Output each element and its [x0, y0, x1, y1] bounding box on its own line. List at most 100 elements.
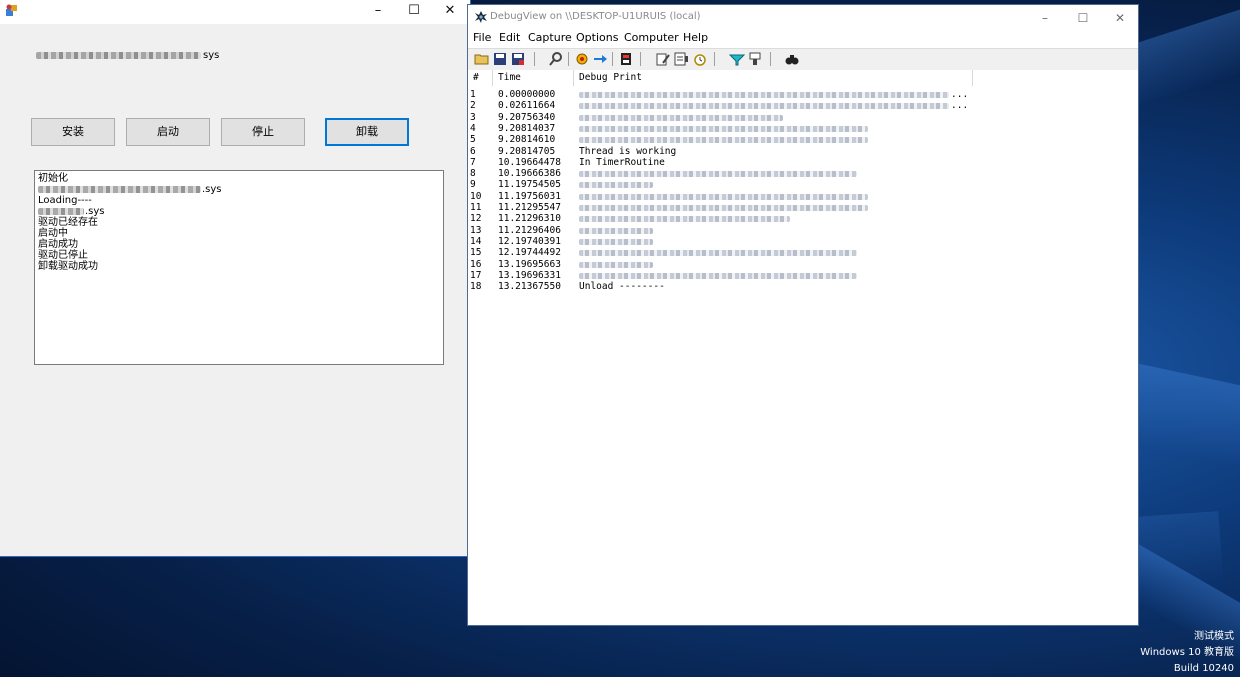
debug-row[interactable]: 12 11.21296310 [468, 213, 1138, 224]
open-icon[interactable] [474, 51, 490, 67]
debug-row[interactable]: 1 0.00000000... [468, 89, 1138, 100]
row-time: 12.19740391 [498, 235, 561, 247]
capture-icon[interactable] [574, 51, 590, 67]
close-button[interactable]: ✕ [432, 0, 468, 22]
menu-options[interactable]: Options [576, 31, 618, 45]
window-title: DebugView on \\DESKTOP-U1URUIS (local) [490, 11, 701, 22]
start-button[interactable]: 启动 [126, 118, 210, 146]
minimize-button[interactable]: – [1028, 8, 1062, 28]
debug-row[interactable]: 17 13.19696331 [468, 270, 1138, 281]
redacted-debug-text [579, 238, 653, 245]
redacted-debug-text [579, 216, 790, 223]
column-header-time[interactable]: Time [493, 70, 574, 86]
debug-row[interactable]: 3 9.20756340 [468, 112, 1138, 123]
debug-row[interactable]: 9 11.19754505 [468, 179, 1138, 190]
app-icon [6, 4, 17, 16]
save-as-icon[interactable] [510, 51, 526, 67]
debug-row[interactable]: 14 12.19740391 [468, 236, 1138, 247]
debug-row[interactable]: 5 9.20814610 [468, 134, 1138, 145]
menu-computer[interactable]: Computer [624, 31, 679, 45]
debug-row[interactable]: 11 11.21295547 [468, 202, 1138, 213]
log-textbox[interactable]: 初始化 .sys Loading---- .sys 驱动已经存在 启动中 启动成… [34, 170, 444, 365]
row-number: 18 [470, 281, 482, 293]
driver-path-label: sys [36, 50, 236, 62]
row-number: 14 [470, 235, 482, 247]
redacted-debug-text [579, 205, 868, 211]
stop-button[interactable]: 停止 [221, 118, 305, 146]
debug-row[interactable]: 2 0.02611664... [468, 100, 1138, 111]
toolbar-separator [534, 52, 535, 66]
row-time: 13.19695663 [498, 258, 561, 270]
debug-output-list[interactable]: # Time Debug Print 1 0.00000000... 2 0.0261… [468, 70, 1138, 625]
row-time: 13.19696331 [498, 269, 561, 281]
row-time: 10.19664478 [498, 156, 561, 168]
row-debug-print: In TimerRoutine [579, 156, 665, 168]
row-time: 9.20814705 [498, 145, 556, 157]
binoculars-find-icon[interactable] [784, 51, 800, 67]
log-line: 启动成功 [38, 239, 78, 250]
clock-time-icon[interactable] [692, 51, 708, 67]
row-number: 6 [470, 145, 476, 157]
menu-edit[interactable]: Edit [499, 31, 520, 45]
maximize-button[interactable]: ☐ [1066, 8, 1100, 28]
row-time: 0.00000000 [498, 89, 556, 100]
autoscroll-arrow-icon[interactable] [592, 51, 608, 67]
driver-loader-window: – ☐ ✕ sys 安装 启动 停止 卸载 初始化 .sys Loading--… [0, 0, 471, 557]
row-debug-print: Thread is working [579, 145, 677, 157]
debug-row[interactable]: 13 11.21296406 [468, 225, 1138, 236]
row-time: 11.19756031 [498, 190, 561, 202]
redacted-path [36, 52, 201, 59]
menu-help[interactable]: Help [683, 31, 708, 45]
row-number: 5 [470, 134, 476, 146]
debugview-titlebar[interactable]: DebugView on \\DESKTOP-U1URUIS (local) –… [468, 5, 1138, 30]
row-time: 11.19754505 [498, 179, 561, 191]
filter-icon[interactable] [729, 51, 745, 67]
redacted-debug-text [579, 193, 868, 200]
row-number: 11 [470, 202, 482, 213]
redacted-debug-text [579, 92, 949, 98]
redacted-text [38, 208, 84, 215]
debug-row[interactable]: 8 10.19666386 [468, 168, 1138, 179]
row-time: 9.20814610 [498, 134, 556, 146]
install-button[interactable]: 安装 [31, 118, 115, 146]
debug-row[interactable]: 4 9.20814037 [468, 123, 1138, 134]
debug-row[interactable]: 10 11.19756031 [468, 191, 1138, 202]
log-line: 驱动已停止 [38, 250, 88, 261]
driver-path-suffix: sys [203, 50, 220, 61]
row-time: 13.21367550 [498, 281, 561, 293]
highlight-icon[interactable] [747, 51, 763, 67]
debug-row[interactable]: 7 10.19664478 In TimerRoutine [468, 157, 1138, 168]
row-number: 7 [470, 156, 476, 168]
row-time: 11.21295547 [498, 202, 561, 213]
debug-row[interactable]: 18 13.21367550 Unload -------- [468, 281, 1138, 292]
debug-row[interactable]: 15 12.19744492 [468, 247, 1138, 258]
row-number: 17 [470, 269, 482, 281]
edit-filter-icon[interactable] [655, 51, 671, 67]
row-number: 1 [470, 89, 476, 100]
menu-capture[interactable]: Capture [528, 31, 572, 45]
find-icon[interactable] [548, 51, 564, 67]
close-button[interactable]: ✕ [1103, 8, 1137, 28]
debugview-app-icon [475, 11, 487, 23]
redacted-debug-text [579, 182, 653, 189]
build-label: Build 10240 [1173, 663, 1234, 674]
debug-row[interactable]: 6 9.20814705 Thread is working [468, 146, 1138, 157]
save-icon[interactable] [492, 51, 508, 67]
maximize-button[interactable]: ☐ [396, 0, 432, 22]
toolbar-separator [568, 52, 569, 66]
redacted-debug-text [579, 125, 868, 132]
row-time: 11.21296406 [498, 224, 561, 236]
row-number: 2 [470, 100, 476, 112]
column-header-debug-print[interactable]: Debug Print [574, 70, 973, 86]
minimize-button[interactable]: – [360, 0, 396, 22]
history-icon[interactable] [673, 51, 689, 67]
redacted-text [38, 186, 201, 193]
column-header-number[interactable]: # [468, 70, 493, 86]
clear-display-icon[interactable] [618, 51, 634, 67]
redacted-debug-text [579, 272, 857, 279]
menu-file[interactable]: File [473, 31, 491, 45]
debug-row[interactable]: 16 13.19695663 [468, 259, 1138, 270]
app-titlebar[interactable]: – ☐ ✕ [0, 0, 470, 24]
uninstall-button[interactable]: 卸载 [325, 118, 409, 146]
row-time: 11.21296310 [498, 213, 561, 225]
